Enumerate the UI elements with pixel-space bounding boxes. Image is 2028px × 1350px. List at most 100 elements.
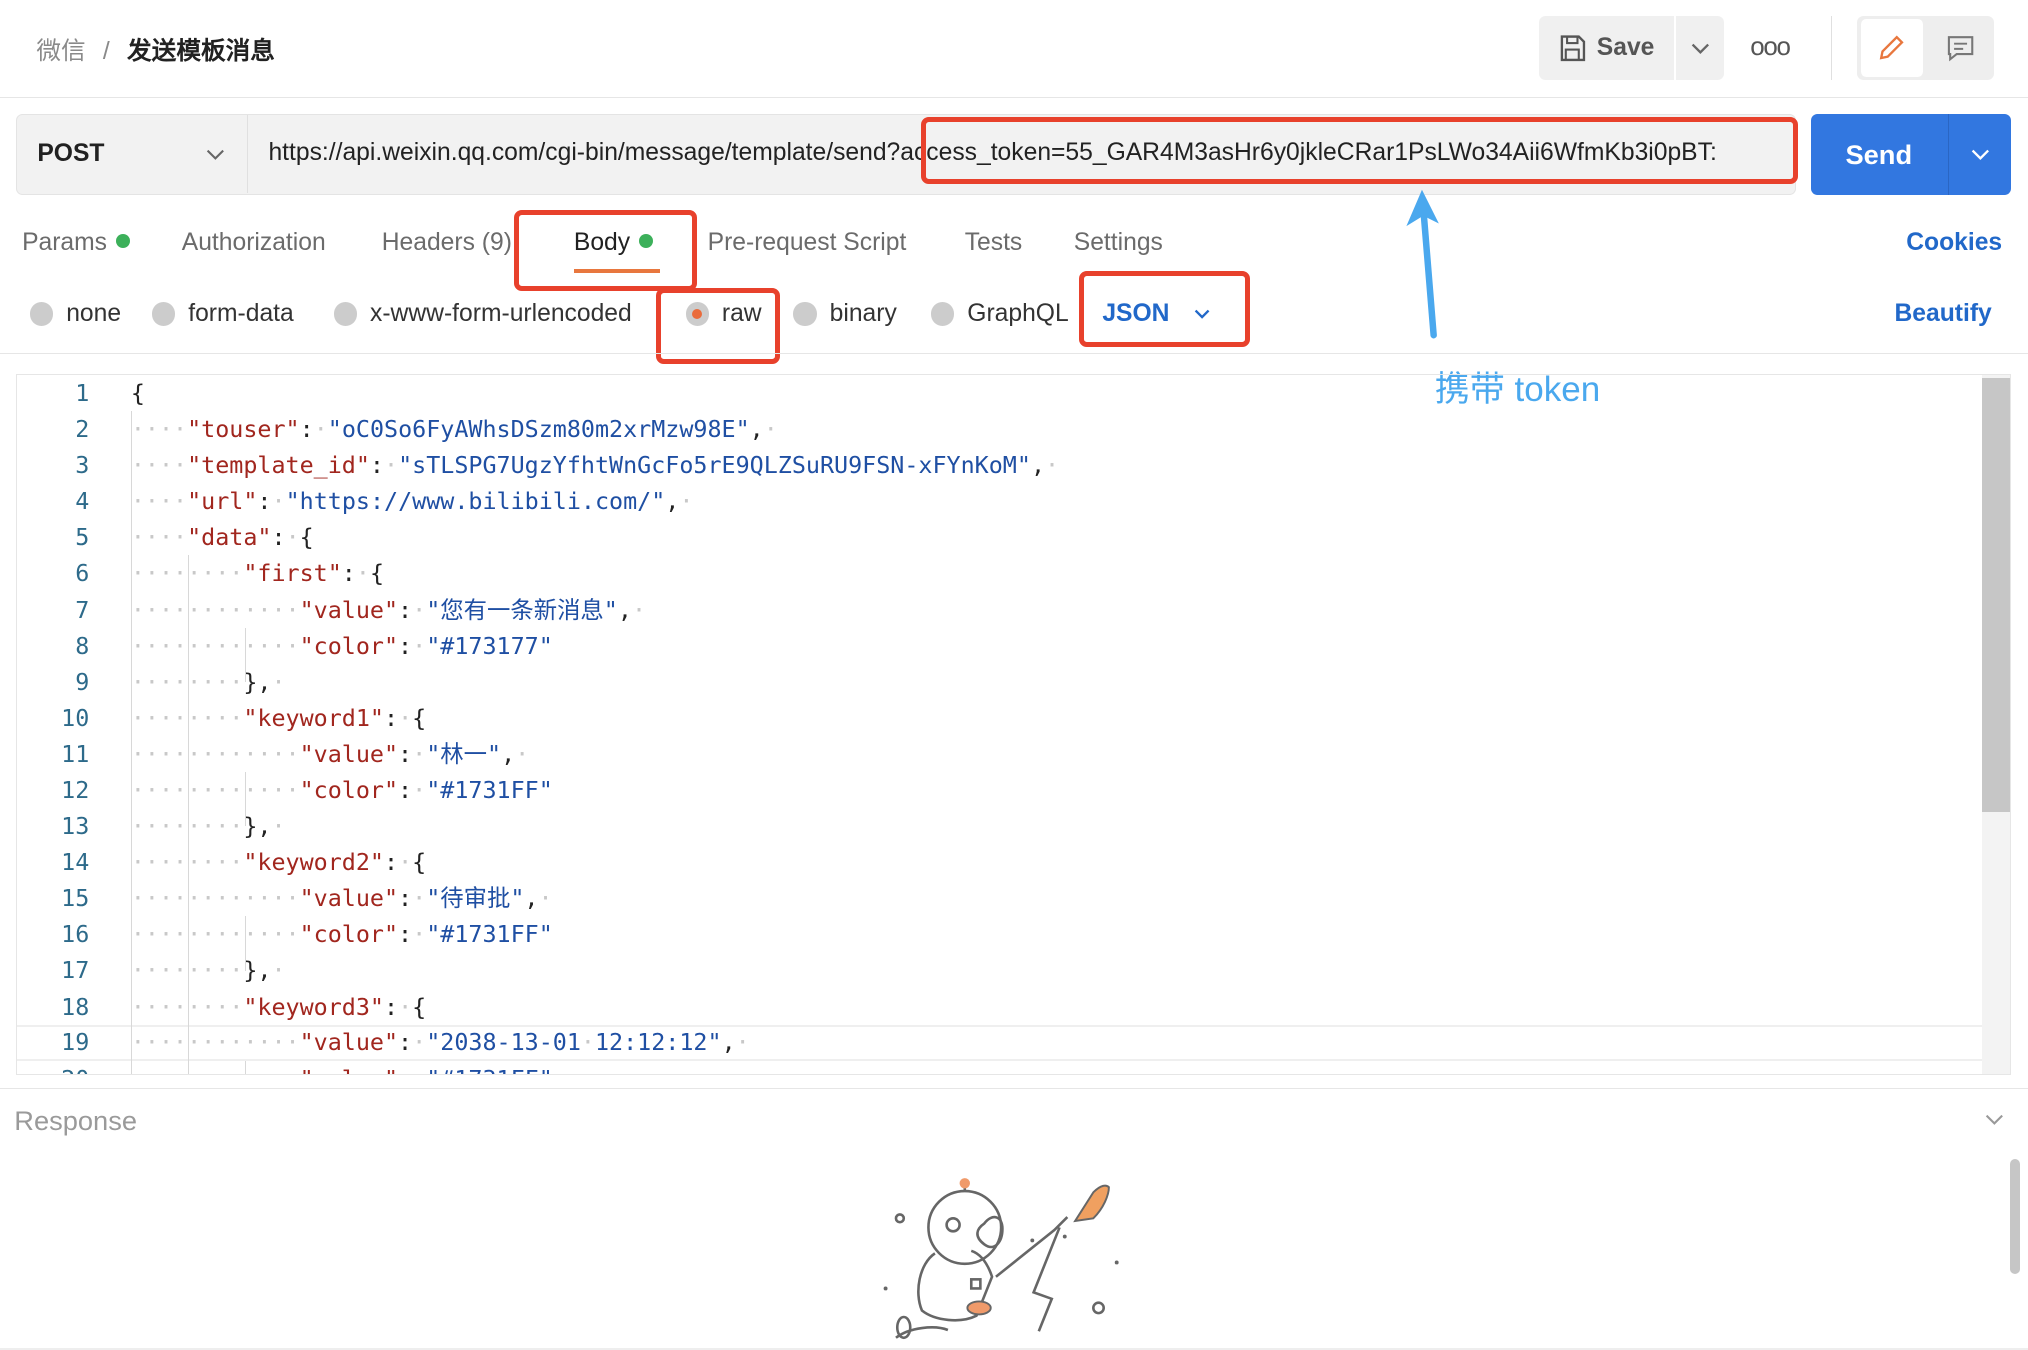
- breadcrumb-parent[interactable]: 微信: [36, 38, 85, 65]
- format-label: JSON: [1102, 299, 1170, 327]
- line-number: 6: [75, 559, 90, 588]
- code-line[interactable]: 11 ············"value":·"林一",·: [17, 736, 1983, 772]
- tab-label: Params: [22, 228, 108, 256]
- radio-binary[interactable]: binary: [793, 299, 897, 328]
- page-title[interactable]: 发送模板消息: [127, 38, 275, 65]
- send-button[interactable]: Send: [1811, 114, 1946, 195]
- code-line[interactable]: 17 ········},·: [17, 952, 1983, 988]
- tab-authorization[interactable]: Authorization: [182, 229, 326, 257]
- line-number: 12: [61, 775, 90, 804]
- radio-none[interactable]: none: [29, 299, 122, 328]
- tab-body[interactable]: Body: [574, 229, 654, 257]
- code-text: ············"value":·"您有一条新消息",·: [130, 595, 647, 624]
- code-line[interactable]: 18 ········"keyword3":·{: [17, 989, 1983, 1025]
- radio-label: binary: [829, 299, 897, 327]
- chevron-down-icon: [1194, 309, 1210, 319]
- code-editor[interactable]: 20············"color":·"#1731FF"19······…: [15, 373, 2012, 1076]
- code-text: ············"color":·"#1731FF": [131, 1061, 553, 1074]
- cookies-link[interactable]: Cookies: [1906, 229, 2002, 257]
- beautify-link[interactable]: Beautify: [1894, 300, 1991, 328]
- code-line[interactable]: 12 ············"color":·"#1731FF": [17, 772, 1983, 808]
- radio-icon: [793, 302, 817, 326]
- chevron-down-icon: [1691, 43, 1709, 54]
- save-button[interactable]: Save: [1538, 15, 1674, 81]
- radio-icon: [930, 302, 955, 326]
- save-dropdown-button[interactable]: [1676, 15, 1725, 81]
- tab-settings[interactable]: Settings: [1074, 229, 1163, 257]
- more-options-button[interactable]: ooo: [1750, 31, 1791, 62]
- tab-params[interactable]: Params: [22, 228, 131, 257]
- code-text: ············"value":·"林一",·: [130, 739, 530, 768]
- indent-guide: [245, 1060, 247, 1075]
- line-number: 3: [75, 451, 90, 480]
- code-line[interactable]: 5 ····"data":·{: [17, 519, 1983, 555]
- response-title: Response: [14, 1104, 137, 1136]
- code-line[interactable]: 3 ····"template_id":·"sTLSPG7UgzYfhtWnGcF…: [17, 447, 1983, 483]
- code-text: ············"color":·"#1731FF": [130, 920, 553, 949]
- tab-pre-request-script[interactable]: Pre-request Script: [708, 229, 907, 257]
- line-number: 11: [61, 739, 90, 768]
- editor-scrollbar-thumb[interactable]: [1982, 377, 2011, 813]
- code-text: ············"value":·"待审批",·: [130, 884, 553, 913]
- line-number: 9: [75, 667, 90, 696]
- code-line[interactable]: 20 ············"color":·"#1731FF": [17, 1061, 1983, 1074]
- code-line[interactable]: 2 ····"touser":·"oC0So6FyAWhsDSzm80m2xrMz…: [17, 411, 1983, 447]
- line-number: 18: [61, 992, 90, 1021]
- radio-icon: [151, 302, 176, 326]
- line-number: 4: [75, 487, 90, 516]
- tab-label: Headers (9): [381, 228, 512, 256]
- chevron-down-icon: [1971, 149, 1990, 161]
- active-tab-indicator: [573, 268, 660, 273]
- code-text: ········},·: [131, 956, 286, 985]
- url-input[interactable]: https://api.weixin.qq.com/cgi-bin/messag…: [268, 139, 1781, 167]
- send-dropdown-button[interactable]: [1947, 114, 2013, 195]
- code-line[interactable]: 15 ············"value":·"待审批",·: [17, 880, 1983, 916]
- breadcrumb-separator: /: [102, 38, 110, 66]
- radio-form-data[interactable]: form-data: [151, 299, 294, 328]
- code-text: ····"url":·"https://www.bilibili.com/",·: [130, 487, 694, 516]
- code-text: ····"data":·{: [130, 523, 314, 552]
- astronaut-rocket-illustration: [883, 1177, 1119, 1339]
- code-line[interactable]: 14 ········"keyword2":·{: [17, 844, 1983, 880]
- radio-label: none: [66, 299, 122, 327]
- radio-label: form-data: [188, 299, 294, 327]
- indent-guide: [245, 771, 247, 827]
- divider: [0, 1088, 2028, 1090]
- radio-label: raw: [721, 299, 762, 327]
- url-base: https://api.weixin.qq.com/cgi-bin/messag…: [268, 138, 887, 166]
- code-line[interactable]: 7 ············"value":·"您有一条新消息",·: [17, 592, 1983, 628]
- response-scrollbar[interactable]: [2009, 1159, 2021, 1274]
- edit-mode-button[interactable]: [1860, 19, 1923, 77]
- code-text: ············"color":·"#1731FF": [130, 775, 553, 804]
- line-number: 10: [61, 703, 90, 732]
- format-select[interactable]: JSON: [1102, 300, 1211, 328]
- code-line[interactable]: 8 ············"color":·"#173177": [17, 628, 1983, 664]
- save-label: Save: [1596, 34, 1655, 62]
- code-line[interactable]: 1{: [17, 375, 1983, 411]
- code-text: ········},·: [131, 667, 286, 696]
- tab-headers[interactable]: Headers (9): [382, 229, 512, 257]
- method-select[interactable]: POST: [17, 115, 248, 194]
- code-line[interactable]: 9 ········},·: [17, 664, 1983, 700]
- radio-x-www-form-urlencoded[interactable]: x-www-form-urlencoded: [333, 299, 632, 328]
- radio-graphql[interactable]: GraphQL: [930, 299, 1069, 328]
- radio-label: GraphQL: [967, 299, 1069, 327]
- comments-button[interactable]: [1929, 19, 1991, 76]
- code-line[interactable]: 16 ············"color":·"#1731FF": [17, 916, 1983, 952]
- line-number: 17: [61, 956, 90, 985]
- indent-guide: [245, 627, 247, 682]
- line-number: 5: [75, 523, 90, 552]
- url-query: ?access_token=55_GAR4M3asHr6y0jkleCRar1P…: [886, 138, 1717, 166]
- code-line[interactable]: 10 ········"keyword1":·{: [17, 700, 1983, 736]
- comment-icon: [1947, 36, 1974, 62]
- radio-raw[interactable]: raw: [685, 299, 762, 328]
- send-button-group: Send: [1811, 114, 2013, 195]
- code-line[interactable]: 6 ········"first":·{: [17, 555, 1983, 591]
- code-line[interactable]: 19 ············"value":·"2038-13-01·12:12…: [16, 1024, 1983, 1061]
- code-line[interactable]: 4 ····"url":·"https://www.bilibili.com/",…: [17, 483, 1983, 519]
- radio-label: x-www-form-urlencoded: [370, 299, 632, 327]
- line-number: 13: [61, 812, 90, 841]
- tab-tests[interactable]: Tests: [965, 229, 1023, 257]
- chevron-down-icon[interactable]: [1984, 1113, 2005, 1126]
- code-line[interactable]: 13 ········},·: [17, 808, 1983, 844]
